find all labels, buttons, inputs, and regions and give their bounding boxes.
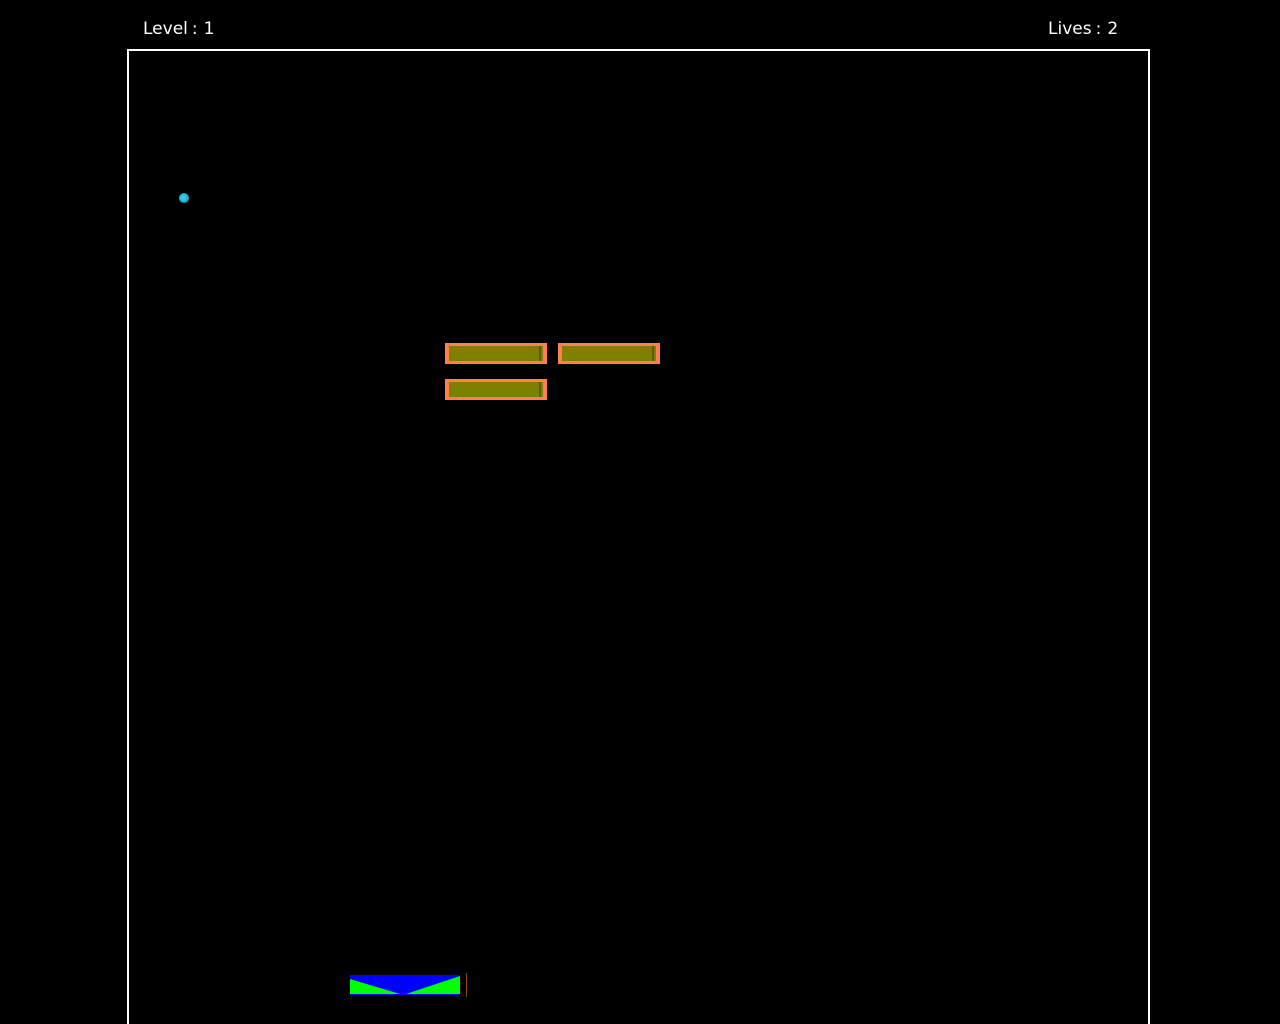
lives-label: Lives [1048,19,1092,39]
lives-separator: : [1095,19,1102,39]
ball [179,193,189,203]
paddle[interactable] [350,975,460,995]
game-screen: Level:1 Lives:2 [0,0,1280,1024]
brick [445,343,547,364]
level-label: Level [143,19,188,39]
paddle-edge-marker [466,973,467,997]
brick [445,379,547,400]
playfield-border [127,49,1150,1024]
lives-value: 2 [1107,19,1119,39]
level-value: 1 [203,19,215,39]
lives-indicator: Lives:2 [1048,19,1118,39]
level-separator: : [191,19,198,39]
brick [558,343,660,364]
level-indicator: Level:1 [143,19,214,39]
